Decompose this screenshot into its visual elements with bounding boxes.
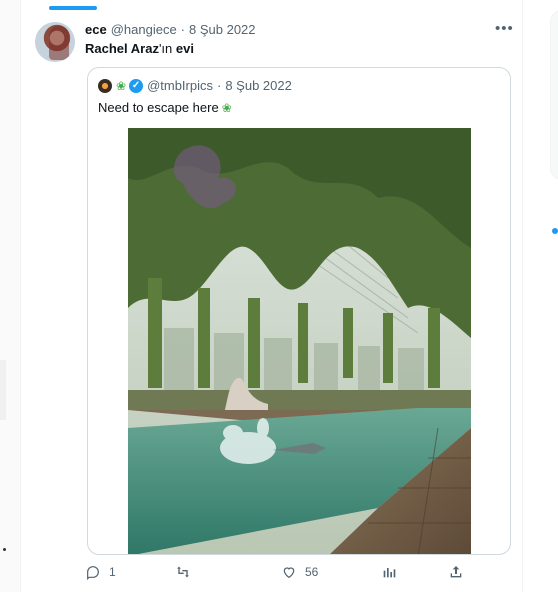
reply-icon	[87, 566, 99, 580]
quoted-separator-dot: ·	[217, 78, 222, 93]
quoted-handle[interactable]: @tmbIrpics	[147, 78, 213, 93]
tweet-feed: ece @hangiece · 8 Şub 2022 ••• Rachel Ar…	[20, 0, 523, 592]
quoted-tweet-text: Need to escape here ❀	[98, 100, 235, 115]
views-button[interactable]	[381, 564, 405, 580]
tweet-actions: 1 56	[85, 564, 485, 586]
tweet-text: Rachel Araz'ın evi	[85, 41, 194, 56]
like-count: 56	[305, 565, 319, 579]
active-tab-indicator	[49, 6, 97, 10]
quoted-photo[interactable]	[128, 128, 471, 554]
share-icon	[450, 566, 462, 578]
tweet-header: ece @hangiece · 8 Şub 2022	[85, 22, 256, 37]
left-dot	[3, 548, 6, 551]
quoted-text: Need to escape here	[98, 100, 219, 115]
right-sidebar-card[interactable]	[550, 10, 558, 180]
display-name[interactable]: ece	[85, 22, 107, 37]
more-horizontal-icon[interactable]: •••	[495, 20, 514, 37]
retweet-button[interactable]	[175, 564, 199, 580]
retweet-icon	[177, 566, 189, 578]
leaf-emoji-icon: ❀	[221, 101, 232, 115]
right-sidebar	[524, 0, 558, 592]
left-gutter	[0, 0, 20, 592]
left-rail-edge	[0, 360, 6, 420]
analytics-icon	[383, 568, 396, 578]
quoted-avatar[interactable]	[98, 78, 112, 93]
greenhouse-pool-image	[128, 128, 471, 554]
right-sidebar-dot	[552, 228, 558, 234]
leaf-icon: ❀	[116, 78, 127, 93]
share-button[interactable]	[448, 564, 472, 580]
avatar[interactable]	[35, 22, 75, 62]
tweet-text-plain: 'ın	[158, 41, 173, 56]
tweet-date[interactable]: 8 Şub 2022	[189, 22, 256, 37]
avatar-image	[49, 26, 69, 60]
tweet-text-bold-end: evi	[175, 41, 194, 56]
quoted-date[interactable]: 8 Şub 2022	[225, 78, 292, 93]
separator-dot: ·	[180, 22, 186, 37]
reply-count: 1	[109, 565, 116, 579]
quoted-tweet[interactable]: ❀ ✓ @tmbIrpics · 8 Şub 2022 Need to esca…	[87, 67, 511, 555]
reply-button[interactable]: 1	[85, 564, 116, 580]
tweet-text-bold[interactable]: Rachel Araz	[85, 41, 159, 56]
user-handle[interactable]: @hangiece	[111, 22, 177, 37]
heart-icon	[283, 567, 295, 579]
verified-badge-icon: ✓	[129, 78, 144, 93]
quoted-tweet-header: ❀ ✓ @tmbIrpics · 8 Şub 2022	[98, 78, 292, 93]
like-button[interactable]: 56	[281, 564, 318, 580]
